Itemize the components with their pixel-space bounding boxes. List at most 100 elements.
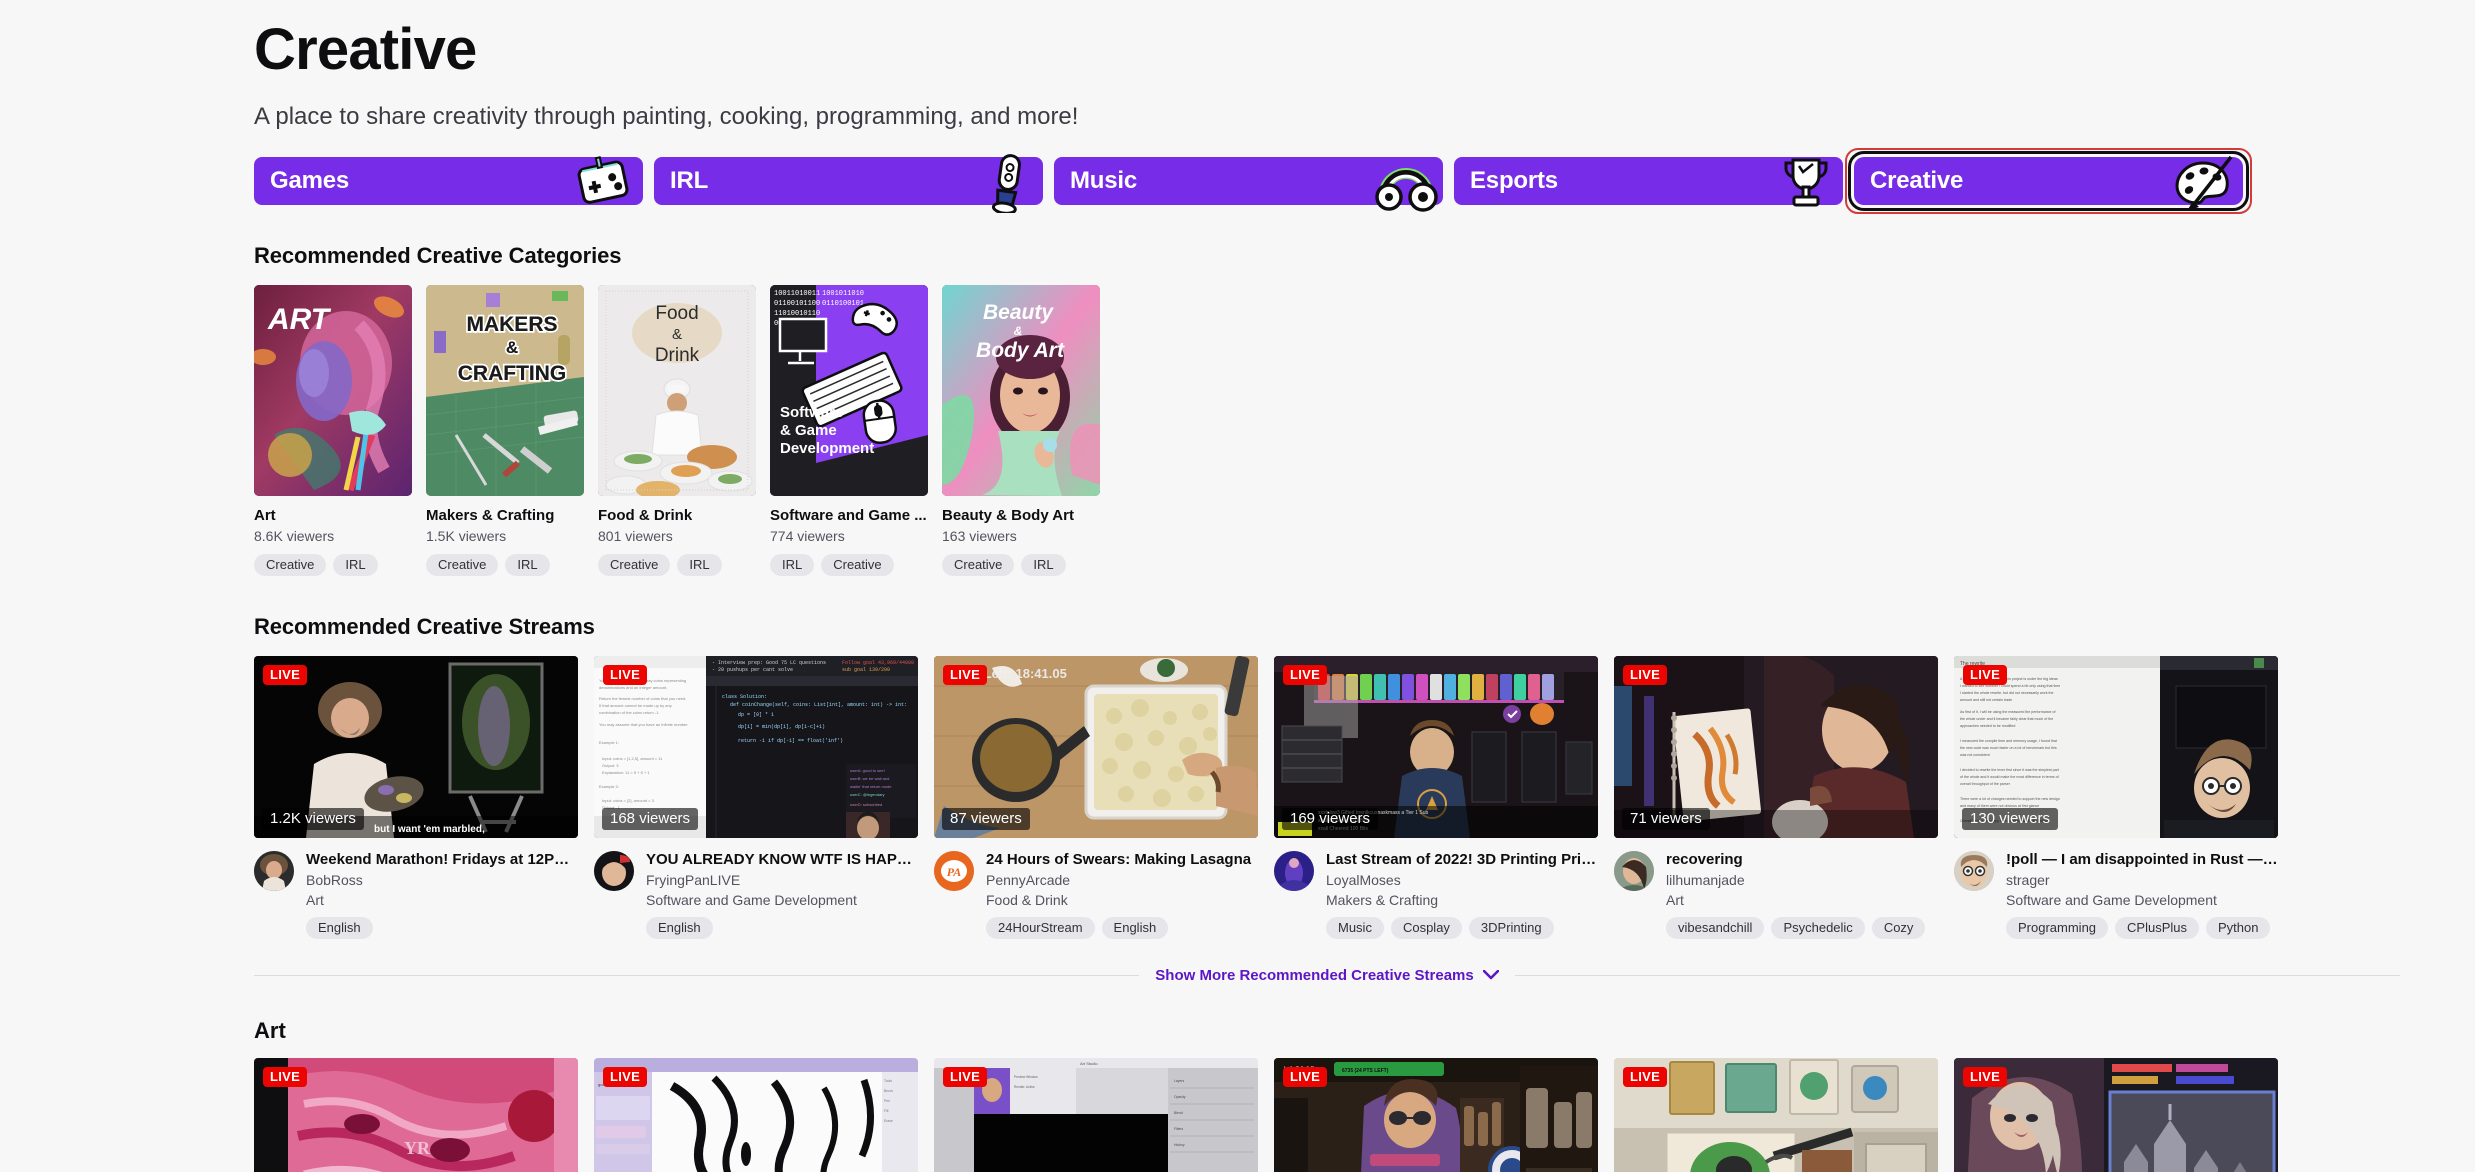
avatar[interactable]: [1614, 850, 1654, 891]
avatar[interactable]: PA: [934, 850, 974, 891]
category-tag[interactable]: Creative: [254, 553, 327, 576]
category-thumbnail-beauty-body-art[interactable]: Beauty & Body Art: [942, 284, 1100, 496]
live-badge: LIVE: [943, 664, 988, 685]
stream-thumbnail-loyalmoses[interactable]: xxxtnlsw3 Gifted brentkcuxnaskmass a Tie…: [1274, 655, 1598, 838]
svg-text:Brush: Brush: [884, 1089, 893, 1093]
stream-meta: YOU ALREADY KNOW WTF IS HAPPENI... Fryin…: [594, 850, 918, 939]
category-name[interactable]: Beauty & Body Art: [942, 507, 1100, 524]
stream-tag[interactable]: 3DPrinting: [1468, 916, 1554, 939]
art-stream-row: YR LIVE good morning is that beautiful? …: [254, 1057, 2400, 1172]
headphones-icon: [1369, 151, 1439, 213]
viewer-count: 169 viewers: [1282, 807, 1379, 830]
stream-tag[interactable]: English: [306, 916, 373, 939]
category-tag[interactable]: IRL: [677, 553, 722, 576]
category-thumbnail-makers-crafting[interactable]: MAKERS MAKERS & & CRAFTING CRAFTING: [426, 284, 584, 496]
svg-text:If that amount cannot be made: If that amount cannot be made up by any: [599, 703, 672, 708]
category-tag[interactable]: Creative: [821, 553, 894, 576]
svg-text:Development: Development: [780, 440, 874, 457]
nav-pill-creative[interactable]: Creative: [1845, 147, 2252, 214]
stream-channel[interactable]: LoyalMoses: [1326, 872, 1598, 888]
stream-tag[interactable]: 24HourStream: [986, 916, 1095, 939]
stream-tag[interactable]: Psychedelic: [1771, 916, 1865, 939]
category-thumbnail-software-game-development[interactable]: 1001101001101100101100 11010010110001011…: [770, 284, 928, 496]
stream-tag[interactable]: Python: [2206, 916, 2271, 939]
svg-text:1001011010: 1001011010: [822, 290, 864, 298]
category-thumbnail-food-drink[interactable]: Food & Drink: [598, 284, 756, 496]
avatar[interactable]: [254, 850, 294, 891]
art-stream-thumbnail-pink-art[interactable]: YR LIVE: [254, 1057, 578, 1172]
svg-text:userA: good to see!: userA: good to see!: [850, 768, 885, 773]
stream-thumbnail-pennyarcade[interactable]: Time Left: 18:41.05 LIVE 87 viewers: [934, 655, 1258, 838]
stream-tag[interactable]: Cosplay: [1390, 916, 1462, 939]
stream-tag[interactable]: Programming: [2006, 916, 2109, 939]
live-badge: LIVE: [1623, 664, 1668, 685]
stream-channel[interactable]: BobRoss: [306, 872, 578, 888]
category-tag[interactable]: Creative: [426, 553, 499, 576]
show-more-recommended-streams-button[interactable]: Show More Recommended Creative Streams: [1155, 967, 1499, 984]
category-name[interactable]: Software and Game ...: [770, 507, 928, 524]
nav-pill-irl[interactable]: IRL: [654, 153, 1043, 215]
art-stream-thumbnail-lineart[interactable]: good morning is that beautiful? that typ…: [594, 1057, 918, 1172]
category-tag[interactable]: Creative: [598, 553, 671, 576]
stream-category[interactable]: Software and Game Development: [2006, 892, 2278, 908]
stream-title[interactable]: Weekend Marathon! Fridays at 12PM ET.: [306, 851, 578, 868]
svg-text:was not consistent: was not consistent: [1960, 753, 1990, 757]
stream-tag[interactable]: vibesandchill: [1666, 916, 1765, 939]
category-tag[interactable]: IRL: [333, 553, 378, 576]
avatar[interactable]: [1274, 850, 1314, 891]
stream-channel[interactable]: FryingPanLIVE: [646, 872, 918, 888]
stream-channel[interactable]: PennyArcade: [986, 872, 1258, 888]
nav-pill-games[interactable]: Games: [254, 156, 643, 205]
stream-thumbnail-fryingpanlive[interactable]: You are given an integer array coins rep…: [594, 655, 918, 838]
stream-title[interactable]: recovering: [1666, 851, 1938, 868]
category-name[interactable]: Food & Drink: [598, 507, 756, 524]
svg-text:userC: @legendary: userC: @legendary: [850, 792, 885, 797]
category-name[interactable]: Makers & Crafting: [426, 507, 584, 524]
avatar[interactable]: [594, 850, 634, 891]
category-name[interactable]: Art: [254, 507, 412, 524]
svg-text:Tools: Tools: [884, 1079, 892, 1083]
svg-text:Software: Software: [780, 404, 843, 421]
category-tag[interactable]: IRL: [1021, 553, 1066, 576]
svg-text:As first of it, I will be usin: As first of it, I will be using the meas…: [1960, 710, 2055, 714]
stream-category[interactable]: Art: [306, 892, 578, 908]
stream-thumbnail-lilhumanjade[interactable]: LIVE 71 viewers: [1614, 655, 1938, 838]
stream-category[interactable]: Software and Game Development: [646, 892, 918, 908]
category-tag-row: Creative IRL: [426, 553, 584, 576]
art-stream-thumbnail-maker-desk[interactable]: 6735 (24 PTS LEFT) Let's Talk & Draw: [1274, 1057, 1598, 1172]
stream-title[interactable]: Last Stream of 2022! 3D Printing Print .…: [1326, 851, 1598, 868]
page-title: Creative: [254, 17, 477, 82]
stream-card: You are given an integer array coins rep…: [594, 655, 918, 939]
category-thumbnail-art[interactable]: ART: [254, 284, 412, 496]
stream-tag[interactable]: Cozy: [1871, 916, 1926, 939]
stream-title[interactable]: !poll — I am disappointed in Rust — co..…: [2006, 851, 2278, 868]
art-stream-thumbnail-darkapp[interactable]: Art Studio Preview Window Render: Active …: [934, 1057, 1258, 1172]
stream-title[interactable]: 24 Hours of Swears: Making Lasagna: [986, 851, 1258, 868]
nav-pill-music[interactable]: Music: [1054, 156, 1443, 212]
stream-meta: Weekend Marathon! Fridays at 12PM ET. Bo…: [254, 850, 578, 939]
stream-thumbnail-strager[interactable]: The rewrite A large part of the unique o…: [1954, 655, 2278, 838]
svg-text:Return the fewest number of co: Return the fewest number of coins that y…: [599, 696, 686, 701]
stream-tag[interactable]: Music: [1326, 916, 1384, 939]
category-tag[interactable]: IRL: [770, 553, 815, 576]
stream-tag[interactable]: English: [646, 916, 713, 939]
stream-channel[interactable]: lilhumanjade: [1666, 872, 1938, 888]
svg-text:&: &: [1014, 324, 1023, 338]
stream-category[interactable]: Food & Drink: [986, 892, 1258, 908]
stream-channel[interactable]: strager: [2006, 872, 2278, 888]
stream-category[interactable]: Art: [1666, 892, 1938, 908]
stream-meta: !poll — I am disappointed in Rust — co..…: [1954, 850, 2278, 939]
art-stream-thumbnail-painting-hands[interactable]: LIVE: [1614, 1057, 1938, 1172]
svg-text:userB: we be wait and: userB: we be wait and: [850, 776, 889, 781]
svg-text:Beauty: Beauty: [983, 301, 1054, 324]
category-tag[interactable]: Creative: [942, 553, 1015, 576]
stream-title[interactable]: YOU ALREADY KNOW WTF IS HAPPENI...: [646, 851, 918, 868]
avatar[interactable]: [1954, 850, 1994, 891]
stream-thumbnail-bobross[interactable]: but I want 'em marbled, LIVE 1.2K viewer…: [254, 655, 578, 838]
art-stream-thumbnail-streamer-cathedral[interactable]: LIVE: [1954, 1057, 2278, 1172]
stream-tag[interactable]: CPlusPlus: [2115, 916, 2199, 939]
nav-pill-esports[interactable]: Esports: [1454, 156, 1843, 207]
stream-category[interactable]: Makers & Crafting: [1326, 892, 1598, 908]
category-tag[interactable]: IRL: [505, 553, 550, 576]
stream-tag[interactable]: English: [1101, 916, 1169, 939]
